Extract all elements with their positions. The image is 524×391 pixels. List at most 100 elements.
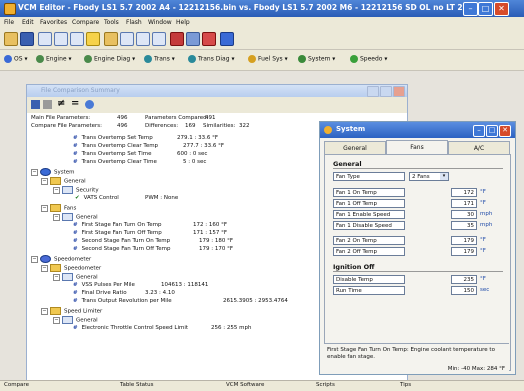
- tree-item[interactable]: # Final Drive Ratio: [73, 290, 127, 296]
- menu-flash[interactable]: Flash: [126, 19, 142, 26]
- open-icon[interactable]: [4, 32, 18, 46]
- trans-diag-icon: [188, 55, 196, 63]
- tree-item[interactable]: # Electronic Throttle Control Speed Limit: [73, 325, 188, 331]
- comparison-maximize-button[interactable]: [380, 86, 392, 97]
- tree-item-label: Second Stage Fan Turn Off Temp: [81, 246, 171, 252]
- tab-ac[interactable]: A/C: [448, 141, 510, 155]
- system-close-button[interactable]: ✕: [499, 125, 511, 137]
- table-icon[interactable]: [38, 32, 52, 46]
- print-icon[interactable]: [43, 100, 52, 109]
- menu-edit[interactable]: Edit: [22, 19, 34, 26]
- toolbar-trans-diag[interactable]: Trans Diag ▾: [188, 55, 234, 63]
- tree-node-speedometer[interactable]: − Speedometer: [31, 255, 91, 263]
- unit-label: °F: [480, 237, 486, 243]
- tree-item[interactable]: # First Stage Fan Turn Off Temp: [73, 230, 162, 236]
- fan1-disable-speed-input[interactable]: 35: [451, 221, 477, 230]
- toolbar-trans[interactable]: Trans ▾: [144, 55, 175, 63]
- table-compare-icon[interactable]: [54, 32, 68, 46]
- run-time-input[interactable]: 150: [451, 286, 477, 295]
- toolbar-trans-label: Trans: [154, 55, 170, 63]
- tree-item[interactable]: # First Stage Fan Turn On Temp: [73, 222, 161, 228]
- toolbar-os[interactable]: OS ▾: [4, 55, 27, 63]
- tab-fans[interactable]: Fans: [386, 140, 448, 155]
- comparison-close-button[interactable]: [393, 86, 405, 97]
- save-icon[interactable]: [20, 32, 34, 46]
- comparison-minimize-button[interactable]: [367, 86, 379, 97]
- toolbar-fuel-sys-label: Fuel Sys: [258, 55, 283, 63]
- fan1-off-temp-input[interactable]: 171: [451, 199, 477, 208]
- tree-node-fans[interactable]: − Fans: [41, 204, 76, 212]
- system-title: System: [336, 125, 366, 133]
- filter-icon[interactable]: [85, 100, 94, 109]
- window-title: VCM Editor - Fbody LS1 5.7 2002 A4 - 122…: [18, 3, 472, 12]
- system-maximize-button[interactable]: □: [486, 125, 498, 137]
- read-icon[interactable]: [170, 32, 184, 46]
- tree-item-value: 5 : 0 sec: [183, 159, 207, 165]
- toolbar-speedo[interactable]: Speedo ▾: [350, 55, 387, 63]
- fan1-enable-speed-input[interactable]: 30: [451, 210, 477, 219]
- fan2-off-temp-input[interactable]: 179: [451, 247, 477, 256]
- tree-item[interactable]: # Trans Overtemp Clear Temp: [73, 143, 158, 149]
- menu-file[interactable]: File: [4, 19, 14, 26]
- unit-label: mph: [480, 222, 493, 228]
- tree-item[interactable]: # Second Stage Fan Turn Off Temp: [73, 246, 170, 252]
- toolbar-engine[interactable]: Engine ▾: [36, 55, 72, 63]
- toolbar-engine-diag[interactable]: Engine Diag ▾: [84, 55, 135, 63]
- close-button[interactable]: ✕: [494, 2, 509, 16]
- view-icon[interactable]: [120, 32, 134, 46]
- chevron-down-icon[interactable]: ▾: [440, 173, 448, 180]
- save-icon[interactable]: [31, 100, 40, 109]
- system-minimize-button[interactable]: –: [473, 125, 485, 137]
- folder-compare-icon[interactable]: [104, 32, 118, 46]
- fan-type-label: Fan Type: [333, 172, 405, 181]
- star-icon[interactable]: [86, 32, 100, 46]
- tree-node-general[interactable]: − General: [53, 273, 98, 281]
- tree-item[interactable]: # Trans Overtemp Set Temp: [73, 135, 153, 141]
- fan1-on-temp-input[interactable]: 172: [451, 188, 477, 197]
- disable-temp-input[interactable]: 235: [451, 275, 477, 284]
- tree-item-value: 172 : 160 °F: [193, 222, 228, 228]
- equal-icon[interactable]: =: [71, 98, 79, 109]
- fan-type-select[interactable]: 2 Fans ▾: [409, 172, 449, 181]
- toolbar-engine-diag-label: Engine Diag: [94, 55, 131, 63]
- toolbar-engine-label: Engine: [46, 55, 67, 63]
- tree-node-general[interactable]: − General: [53, 316, 98, 324]
- menu-help[interactable]: Help: [176, 19, 190, 26]
- layout-icon[interactable]: [136, 32, 150, 46]
- tree-item[interactable]: # Second Stage Fan Turn On Temp: [73, 238, 170, 244]
- menu-favorites[interactable]: Favorites: [40, 19, 67, 26]
- menu-window[interactable]: Window: [148, 19, 172, 26]
- not-equal-icon[interactable]: ≠: [57, 98, 65, 109]
- list-icon[interactable]: [152, 32, 166, 46]
- write-icon[interactable]: [202, 32, 216, 46]
- description-panel: First Stage Fan Turn On Temp: Engine coo…: [324, 343, 509, 374]
- flash-icon[interactable]: [186, 32, 200, 46]
- system-title-bar: System – □ ✕: [320, 122, 515, 138]
- tree-item-value: 256 : 255 mph: [211, 325, 252, 331]
- grid-icon[interactable]: [70, 32, 84, 46]
- menu-tools[interactable]: Tools: [104, 19, 119, 26]
- download-icon[interactable]: [220, 32, 234, 46]
- toolbar-system[interactable]: System ▾: [298, 55, 335, 63]
- tree-node-security[interactable]: − Security: [53, 186, 99, 194]
- tree-node-general[interactable]: − General: [53, 213, 98, 221]
- tree-item[interactable]: ✔ VATS Control: [75, 195, 119, 201]
- tree-node-label: General: [76, 274, 98, 281]
- tree-item[interactable]: # Trans Output Revolution per Mile: [73, 298, 172, 304]
- toolbar-fuel-sys[interactable]: Fuel Sys ▾: [248, 55, 288, 63]
- tab-general[interactable]: General: [324, 141, 386, 155]
- tree-node-speedometer-sub[interactable]: − Speedometer: [41, 264, 101, 272]
- status-table: Table Status: [120, 382, 154, 388]
- tree-item-label: Electronic Throttle Control Speed Limit: [81, 325, 189, 331]
- tree-node-system[interactable]: − System: [31, 168, 75, 176]
- tree-item[interactable]: # Trans Overtemp Clear Time: [73, 159, 157, 165]
- menu-compare[interactable]: Compare: [72, 19, 99, 26]
- tree-item-label: Trans Overtemp Clear Temp: [81, 143, 159, 149]
- fan2-on-temp-input[interactable]: 179: [451, 236, 477, 245]
- tree-node-general[interactable]: − General: [41, 177, 86, 185]
- minimize-button[interactable]: –: [463, 2, 478, 16]
- tree-item[interactable]: # Trans Overtemp Set Time: [73, 151, 152, 157]
- tree-item[interactable]: # VSS Pulses Per Mile: [73, 282, 135, 288]
- tree-node-speed-limiter[interactable]: − Speed Limiter: [41, 307, 102, 315]
- maximize-button[interactable]: □: [478, 2, 493, 16]
